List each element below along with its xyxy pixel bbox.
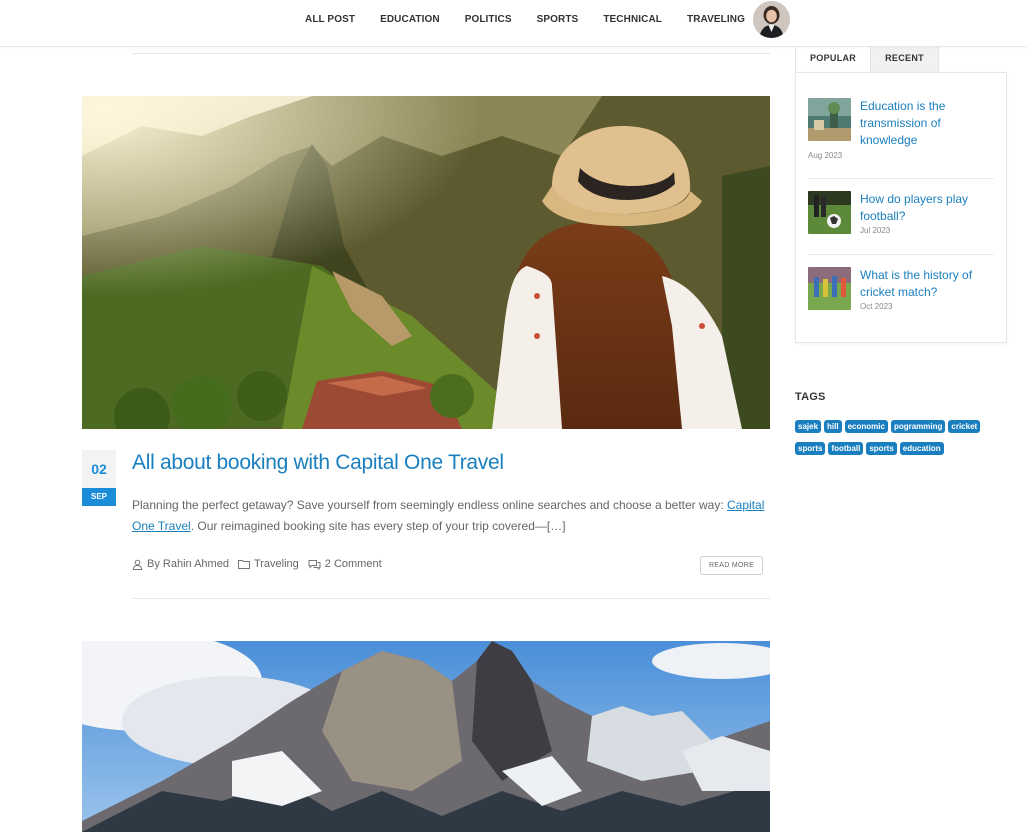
tag-hill[interactable]: hill xyxy=(824,420,842,433)
tab-popular[interactable]: POPULAR xyxy=(795,45,872,73)
top-divider xyxy=(132,53,770,54)
popular-post-item[interactable]: How do players play football? Jul 2023 xyxy=(808,191,994,241)
post-author-name: By Rahin Ahmed xyxy=(147,558,229,570)
post-comments-count: 2 Comment xyxy=(324,558,382,570)
nav-education[interactable]: EDUCATION xyxy=(380,14,440,25)
popular-post-thumbnail[interactable] xyxy=(808,191,851,234)
read-more-button[interactable]: READ MORE xyxy=(700,556,763,575)
post-excerpt: Planning the perfect getaway? Save yours… xyxy=(132,495,772,537)
nav-traveling[interactable]: TRAVELING xyxy=(687,14,745,25)
post-comments[interactable]: 2 Comment xyxy=(308,558,382,570)
post-divider xyxy=(132,598,770,599)
popular-post-thumbnail[interactable] xyxy=(808,98,851,141)
tag-sports[interactable]: sports xyxy=(866,442,897,455)
nav-all-post[interactable]: ALL POST xyxy=(305,14,355,25)
post-category[interactable]: Traveling xyxy=(237,558,299,570)
tag-cricket[interactable]: cricket xyxy=(948,420,981,433)
post-hero-image-mountains[interactable] xyxy=(82,641,770,832)
top-navbar: ALL POST EDUCATION POLITICS SPORTS TECHN… xyxy=(0,0,1027,47)
excerpt-text-start: Planning the perfect getaway? Save yours… xyxy=(132,498,728,512)
post-date-month: SEP xyxy=(82,488,116,506)
post-category-name: Traveling xyxy=(253,558,299,570)
popular-divider xyxy=(808,254,994,255)
tag-football[interactable]: football xyxy=(828,442,864,455)
nav-politics[interactable]: POLITICS xyxy=(465,14,512,25)
popular-post-title[interactable]: How do players play football? xyxy=(860,191,990,225)
main-nav: ALL POST EDUCATION POLITICS SPORTS TECHN… xyxy=(305,14,745,25)
folder-icon xyxy=(237,560,250,569)
tag-sports[interactable]: sports xyxy=(795,442,826,455)
tag-cloud: sajek hill economic pogramming cricket s… xyxy=(795,420,1015,464)
post-hero-image-traveler[interactable] xyxy=(82,96,770,429)
tag-pogramming[interactable]: pogramming xyxy=(890,420,946,433)
post-meta: By Rahin Ahmed Traveling 2 Comment xyxy=(132,558,391,570)
post-author[interactable]: By Rahin Ahmed xyxy=(132,558,229,570)
tab-recent[interactable]: RECENT xyxy=(871,45,939,73)
popular-post-thumbnail[interactable] xyxy=(808,267,851,310)
popular-post-item[interactable]: Education is the transmission of knowled… xyxy=(808,98,994,160)
tag-sajek[interactable]: sajek xyxy=(795,420,822,433)
sidebar-tabs: POPULAR RECENT xyxy=(795,45,939,73)
user-icon xyxy=(132,559,143,570)
popular-post-date: Jul 2023 xyxy=(860,226,891,235)
popular-divider xyxy=(808,178,994,179)
post-title[interactable]: All about booking with Capital One Trave… xyxy=(132,451,504,475)
popular-post-title[interactable]: What is the history of cricket match? xyxy=(860,267,990,301)
user-avatar[interactable] xyxy=(753,1,790,38)
comment-icon xyxy=(308,559,321,570)
popular-post-item[interactable]: What is the history of cricket match? Oc… xyxy=(808,267,994,317)
popular-post-title[interactable]: Education is the transmission of knowled… xyxy=(860,98,990,149)
popular-posts-panel: Education is the transmission of knowled… xyxy=(795,72,1007,343)
excerpt-text-end: . Our reimagined booking site has every … xyxy=(190,519,566,533)
tag-education[interactable]: education xyxy=(899,442,944,455)
post-date-day: 02 xyxy=(82,450,116,488)
popular-post-date: Aug 2023 xyxy=(808,151,843,160)
tags-heading: TAGS xyxy=(795,391,826,403)
nav-sports[interactable]: SPORTS xyxy=(537,14,579,25)
popular-post-date: Oct 2023 xyxy=(860,302,893,311)
tag-economic[interactable]: economic xyxy=(844,420,888,433)
nav-technical[interactable]: TECHNICAL xyxy=(603,14,662,25)
post-date-badge: 02 SEP xyxy=(82,450,116,506)
